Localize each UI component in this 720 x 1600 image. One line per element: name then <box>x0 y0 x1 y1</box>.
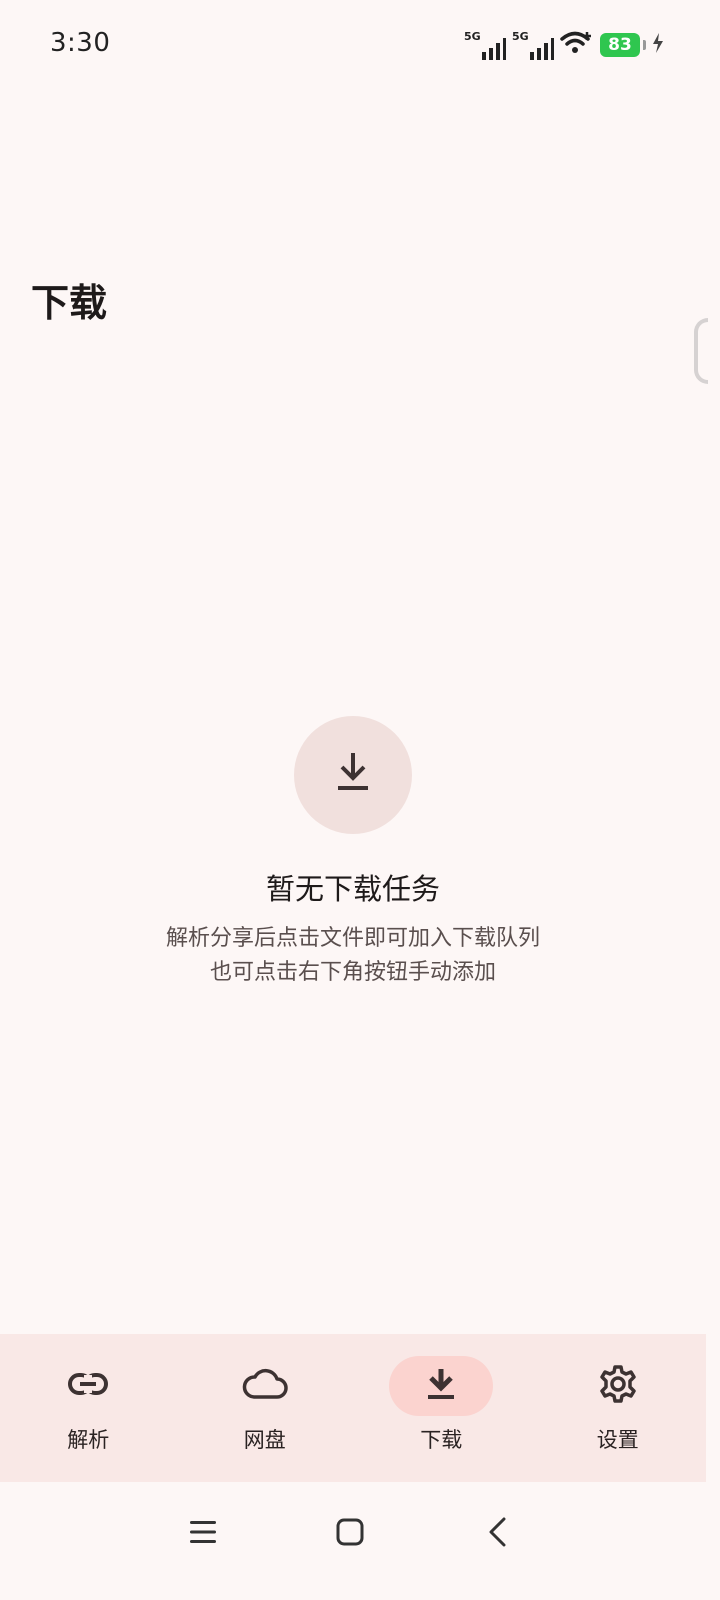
nav-label-download: 下载 <box>420 1428 463 1452</box>
nav-label-parse: 解析 <box>67 1428 110 1452</box>
charging-icon <box>652 33 664 57</box>
empty-state-description: 解析分享后点击文件即可加入下载队列 也可点击右下角按钮手动添加 <box>0 922 706 990</box>
empty-state-icon-circle <box>294 716 412 834</box>
battery-tip <box>643 40 646 50</box>
empty-state-line-1: 解析分享后点击文件即可加入下载队列 <box>165 926 540 951</box>
nav-item-download[interactable]: 下载 <box>353 1334 530 1482</box>
page-title: 下载 <box>31 281 108 325</box>
recents-button[interactable] <box>173 1504 233 1564</box>
signal-icon-sim2: 5G <box>512 30 554 60</box>
nav-label-settings: 设置 <box>596 1428 639 1452</box>
nav-label-netdisk: 网盘 <box>243 1428 286 1452</box>
menu-icon <box>188 1519 218 1549</box>
chevron-left-icon <box>486 1516 508 1552</box>
home-button[interactable] <box>320 1504 380 1564</box>
network-type-sim2: 5G <box>512 30 529 43</box>
status-icons: 5G 5G 83 <box>464 28 664 62</box>
nav-pill-download-active <box>389 1356 494 1416</box>
cloud-icon <box>242 1368 288 1404</box>
nav-item-settings[interactable]: 设置 <box>530 1334 707 1482</box>
network-type-sim1: 5G <box>464 30 481 43</box>
back-button[interactable] <box>467 1504 527 1564</box>
system-navigation-bar <box>0 1482 720 1600</box>
empty-state-line-2: 也可点击右下角按钮手动添加 <box>209 960 496 985</box>
wifi-icon <box>560 30 594 60</box>
download-icon <box>426 1368 456 1404</box>
signal-icon-sim1: 5G <box>464 30 506 60</box>
battery-level: 83 <box>600 33 640 57</box>
edge-gesture-handle[interactable] <box>694 318 708 384</box>
nav-item-parse[interactable]: 解析 <box>0 1334 177 1482</box>
download-icon <box>334 753 372 797</box>
bottom-navigation: 解析 网盘 下载 设置 <box>0 1334 706 1482</box>
gear-icon <box>599 1365 637 1407</box>
nav-pill-settings <box>566 1356 670 1416</box>
battery-icon: 83 <box>600 33 646 57</box>
nav-pill-netdisk <box>213 1356 317 1416</box>
status-bar: 3:30 5G 5G 83 <box>0 0 720 92</box>
nav-pill-parse <box>36 1356 140 1416</box>
nav-item-netdisk[interactable]: 网盘 <box>177 1334 354 1482</box>
status-time: 3:30 <box>50 28 111 58</box>
empty-state: 暂无下载任务 解析分享后点击文件即可加入下载队列 也可点击右下角按钮手动添加 <box>0 716 706 990</box>
link-icon <box>68 1372 109 1400</box>
empty-state-title: 暂无下载任务 <box>265 872 440 906</box>
square-icon <box>336 1518 364 1550</box>
